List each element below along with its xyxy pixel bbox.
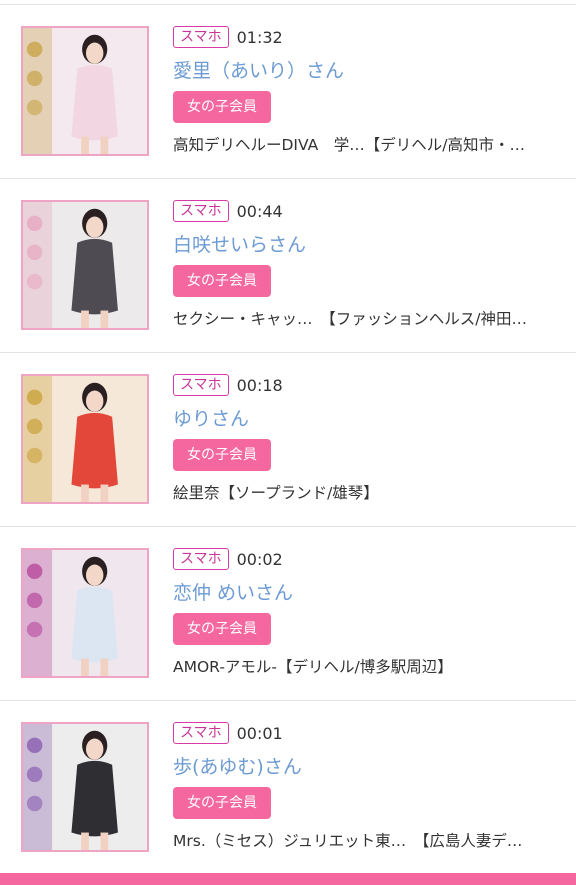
smartphone-badge: スマホ xyxy=(173,200,229,222)
shop-info[interactable]: 絵里奈【ソープランド/雄琴】 xyxy=(173,481,563,503)
girl-name-link[interactable]: ゆりさん xyxy=(173,405,563,433)
smartphone-badge: スマホ xyxy=(173,722,229,744)
post-time: 00:18 xyxy=(236,375,283,395)
profile-thumbnail[interactable] xyxy=(21,722,149,852)
shop-info[interactable]: セクシー・キャッ… 【ファッションヘルス/神田… xyxy=(173,307,563,329)
profile-thumbnail[interactable] xyxy=(21,548,149,678)
girl-name-link[interactable]: 愛里（あいり）さん xyxy=(173,57,563,85)
girl-name-link[interactable]: 恋仲 めいさん xyxy=(173,579,563,607)
smartphone-badge: スマホ xyxy=(173,548,229,570)
profile-thumbnail[interactable] xyxy=(21,200,149,330)
shop-info[interactable]: AMOR-アモル-【デリヘル/博多駅周辺】 xyxy=(173,655,563,677)
girl-name-link[interactable]: 白咲せいらさん xyxy=(173,231,563,259)
member-badge: 女の子会員 xyxy=(173,439,271,471)
member-badge: 女の子会員 xyxy=(173,613,271,645)
post-time: 00:44 xyxy=(236,201,283,221)
member-badge: 女の子会員 xyxy=(173,265,271,297)
smartphone-badge: スマホ xyxy=(173,374,229,396)
profile-thumbnail[interactable] xyxy=(21,374,149,504)
smartphone-badge: スマホ xyxy=(173,26,229,48)
list-item[interactable]: スマホ 01:32 愛里（あいり）さん 女の子会員 高知デリヘルーDIVA 学…… xyxy=(0,5,576,179)
member-badge: 女の子会員 xyxy=(173,787,271,819)
shop-info[interactable]: 高知デリヘルーDIVA 学…【デリヘル/高知市・… xyxy=(173,133,563,155)
shop-info[interactable]: Mrs.（ミセス）ジュリエット東… 【広島人妻デ… xyxy=(173,829,563,851)
post-time: 00:01 xyxy=(236,723,283,743)
list-item[interactable]: スマホ 00:01 歩(あゆむ)さん 女の子会員 Mrs.（ミセス）ジュリエット… xyxy=(0,701,576,875)
list-item[interactable]: スマホ 00:18 ゆりさん 女の子会員 絵里奈【ソープランド/雄琴】 xyxy=(0,353,576,527)
member-badge: 女の子会員 xyxy=(173,91,271,123)
girl-name-link[interactable]: 歩(あゆむ)さん xyxy=(173,753,563,781)
bottom-bar xyxy=(0,873,576,885)
post-time: 00:02 xyxy=(236,549,283,569)
list-item[interactable]: スマホ 00:44 白咲せいらさん 女の子会員 セクシー・キャッ… 【ファッショ… xyxy=(0,179,576,353)
post-time: 01:32 xyxy=(236,27,283,47)
profile-thumbnail[interactable] xyxy=(21,26,149,156)
list-item[interactable]: スマホ 00:02 恋仲 めいさん 女の子会員 AMOR-アモル-【デリヘル/博… xyxy=(0,527,576,701)
